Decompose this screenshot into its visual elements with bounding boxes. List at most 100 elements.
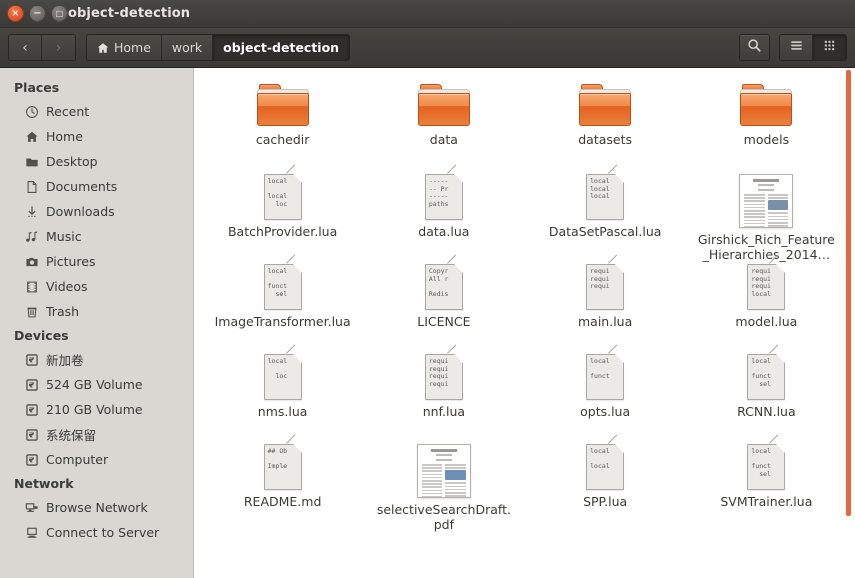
music-icon <box>24 229 39 244</box>
scrollbar-thumb[interactable] <box>846 70 851 516</box>
breadcrumb: Home work object-detection <box>86 34 351 61</box>
file-name-label: cachedir <box>255 132 310 147</box>
sidebar-item-label: Trash <box>46 304 80 319</box>
list-view-button[interactable] <box>780 35 813 60</box>
forward-button[interactable]: › <box>42 35 75 60</box>
folder-icon <box>256 84 309 128</box>
search-button[interactable] <box>739 34 770 61</box>
file-item[interactable]: local funct sel SVMTrainer.lua <box>686 434 847 532</box>
view-mode-toggle <box>779 34 847 61</box>
file-name-label: nms.lua <box>257 404 308 419</box>
text-file-icon: local local local <box>586 164 626 220</box>
sidebar-item-home[interactable]: Home <box>0 124 193 149</box>
back-button[interactable]: ‹ <box>9 35 42 60</box>
text-file-icon: Copyr All r Redis <box>424 254 464 310</box>
breadcrumb-item-home[interactable]: Home <box>87 35 162 60</box>
file-name-label: models <box>743 132 790 147</box>
sidebar-item-label: Documents <box>46 179 118 194</box>
file-item[interactable]: local funct opts.lua <box>525 344 686 442</box>
file-item[interactable]: data <box>363 82 524 172</box>
file-item[interactable]: requi requi requi local model.lua <box>686 254 847 352</box>
file-item[interactable]: models <box>686 82 847 172</box>
text-file-icon: local local loc <box>263 164 303 220</box>
file-item[interactable]: local local local DataSetPascal.lua <box>525 164 686 262</box>
title-bar: × − □ object-detection <box>0 0 855 28</box>
file-item[interactable]: datasets <box>525 82 686 172</box>
file-item[interactable]: local local loc BatchProvider.lua <box>202 164 363 262</box>
sidebar-item-label: Downloads <box>46 204 115 219</box>
sidebar-item-pictures[interactable]: Pictures <box>0 249 193 274</box>
file-item[interactable]: ----- -- Pr ----- paths data.lua <box>363 164 524 262</box>
minimize-button[interactable]: − <box>29 5 46 22</box>
file-name-label: ImageTransformer.lua <box>214 314 351 329</box>
sidebar-item-524-gb-volume[interactable]: 524 GB Volume <box>0 372 193 397</box>
file-item[interactable]: selectiveSearchDraft.pdf <box>363 442 524 532</box>
desktop-icon <box>24 154 39 169</box>
sidebar-item-downloads[interactable]: Downloads <box>0 199 193 224</box>
breadcrumb-label-object-detection: object-detection <box>223 40 340 55</box>
sidebar-item-新加卷[interactable]: 新加卷 <box>0 347 193 372</box>
toolbar: ‹ › Home work object-detection <box>0 28 855 68</box>
grid-view-button[interactable] <box>813 35 846 60</box>
text-file-icon: local funct <box>586 344 626 400</box>
sidebar-item-系统保留[interactable]: 系统保留 <box>0 422 193 447</box>
file-name-label: RCNN.lua <box>737 404 796 419</box>
text-file-icon: requi requi requi requi <box>424 344 464 400</box>
file-item[interactable]: requi requi requi main.lua <box>525 254 686 352</box>
file-item[interactable]: local local SPP.lua <box>525 434 686 532</box>
file-item[interactable]: ## Ob Imple README.md <box>202 434 363 532</box>
scrollbar-track[interactable] <box>846 68 853 578</box>
text-file-icon: requi requi requi local <box>747 254 787 310</box>
maximize-button[interactable]: □ <box>51 5 68 22</box>
sidebar-item-trash[interactable]: Trash <box>0 299 193 324</box>
sidebar-item-computer[interactable]: Computer <box>0 447 193 472</box>
trash-icon <box>24 304 39 319</box>
file-name-label: LICENCE <box>417 314 471 329</box>
sidebar-item-documents[interactable]: Documents <box>0 174 193 199</box>
home-icon <box>97 42 109 54</box>
grid-view-icon <box>822 38 837 57</box>
sidebar-heading-devices: Devices <box>14 328 69 343</box>
file-item[interactable]: requi requi requi requi nnf.lua <box>363 344 524 442</box>
sidebar-item-connect-to-server[interactable]: Connect to Server <box>0 520 193 545</box>
file-name-label: data.lua <box>418 224 470 239</box>
window-controls: × − □ <box>0 5 68 22</box>
sidebar-item-210-gb-volume[interactable]: 210 GB Volume <box>0 397 193 422</box>
folder-icon <box>740 84 793 128</box>
file-item[interactable]: Girshick_Rich_Feature_Hierarchies_2014… <box>686 172 847 262</box>
file-item[interactable]: local funct sel RCNN.lua <box>686 344 847 442</box>
drive-icon <box>24 377 39 392</box>
file-item[interactable]: Copyr All r Redis LICENCE <box>363 254 524 352</box>
sidebar-item-label: 系统保留 <box>46 428 97 443</box>
sidebar-item-label: Connect to Server <box>46 525 160 540</box>
breadcrumb-item-object-detection[interactable]: object-detection <box>213 35 350 60</box>
sidebar-item-desktop[interactable]: Desktop <box>0 149 193 174</box>
file-list-area[interactable]: cachedir data datasets models local local lo… <box>194 68 855 578</box>
file-item[interactable]: local funct sel ImageTransformer.lua <box>202 254 363 352</box>
file-name-label: DataSetPascal.lua <box>548 224 662 239</box>
server-icon <box>24 525 39 540</box>
drive-icon <box>24 452 39 467</box>
minimize-icon: − <box>33 7 42 19</box>
sidebar-heading-network: Network <box>14 476 74 491</box>
file-item[interactable]: cachedir <box>202 82 363 172</box>
close-button[interactable]: × <box>7 5 24 22</box>
file-name-label: BatchProvider.lua <box>227 224 338 239</box>
text-file-icon: local funct sel <box>747 344 787 400</box>
clock-icon <box>24 104 39 119</box>
breadcrumb-item-work[interactable]: work <box>161 35 214 60</box>
sidebar-item-videos[interactable]: Videos <box>0 274 193 299</box>
text-file-icon: local loc <box>263 344 303 400</box>
file-item[interactable]: local loc nms.lua <box>202 344 363 442</box>
folder-icon <box>579 84 632 128</box>
file-name-label: README.md <box>243 494 322 509</box>
text-file-icon: local local <box>586 434 626 490</box>
sidebar-item-browse-network[interactable]: Browse Network <box>0 495 193 520</box>
sidebar-item-recent[interactable]: Recent <box>0 99 193 124</box>
chevron-left-icon: ‹ <box>22 39 28 56</box>
file-name-label: SPP.lua <box>583 494 628 509</box>
text-file-icon: ## Ob Imple <box>263 434 303 490</box>
sidebar-item-music[interactable]: Music <box>0 224 193 249</box>
network-icon <box>24 500 39 515</box>
pdf-thumbnail-icon <box>416 444 471 498</box>
